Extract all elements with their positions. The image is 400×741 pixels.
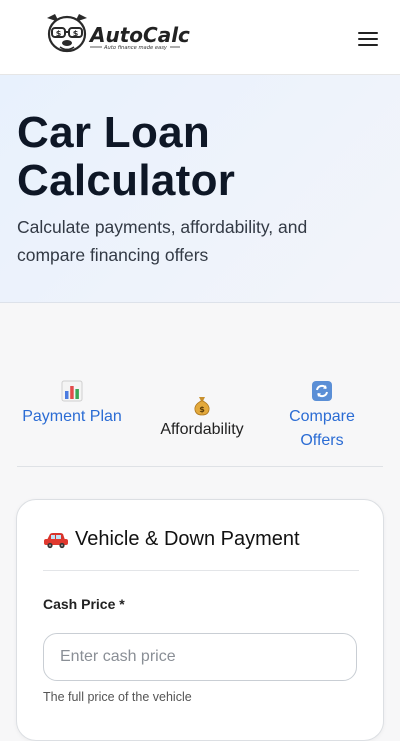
brand-name: AutoCalc	[88, 23, 190, 47]
svg-text:$: $	[73, 29, 79, 38]
card-title: Vehicle & Down Payment	[43, 528, 300, 551]
tab-label: Affordability	[160, 421, 244, 438]
tab-payment-plan[interactable]: Payment Plan	[17, 380, 127, 429]
bulldog-mascot-icon: $ $	[47, 14, 87, 53]
money-bag-icon: $	[194, 397, 210, 416]
car-icon	[44, 532, 68, 548]
svg-text:$: $	[199, 405, 205, 414]
tab-label: Compare Offers	[289, 408, 355, 449]
calculator-tabs: Payment Plan $ Affordability Compare Off…	[17, 380, 383, 467]
svg-text:$: $	[56, 29, 62, 38]
card-title-text: Vehicle & Down Payment	[75, 528, 300, 550]
bar-chart-icon	[61, 380, 83, 402]
page-subtitle: Calculate payments, affordability, and c…	[17, 217, 308, 265]
cash-price-help-text: The full price of the vehicle	[43, 690, 192, 704]
page-title: Car Loan Calculator	[17, 108, 236, 205]
divider	[43, 570, 359, 571]
hamburger-menu-icon[interactable]	[358, 30, 380, 48]
hero-section: Car Loan Calculator Calculate payments, …	[0, 75, 400, 303]
vehicle-down-payment-card: Vehicle & Down Payment Cash Price * The …	[16, 499, 384, 741]
tab-label: Payment Plan	[22, 408, 122, 425]
tab-compare-offers[interactable]: Compare Offers	[267, 380, 377, 453]
cash-price-label: Cash Price *	[43, 596, 125, 612]
autocalc-logo[interactable]: $ $ AutoCalc Auto finance made easy	[44, 12, 194, 58]
cash-price-input[interactable]	[43, 633, 357, 681]
app-header: $ $ AutoCalc Auto finance made easy	[0, 0, 400, 75]
brand-tagline: Auto finance made easy	[103, 45, 168, 51]
cycle-arrows-icon	[312, 381, 332, 401]
tab-affordability[interactable]: $ Affordability	[147, 394, 257, 442]
